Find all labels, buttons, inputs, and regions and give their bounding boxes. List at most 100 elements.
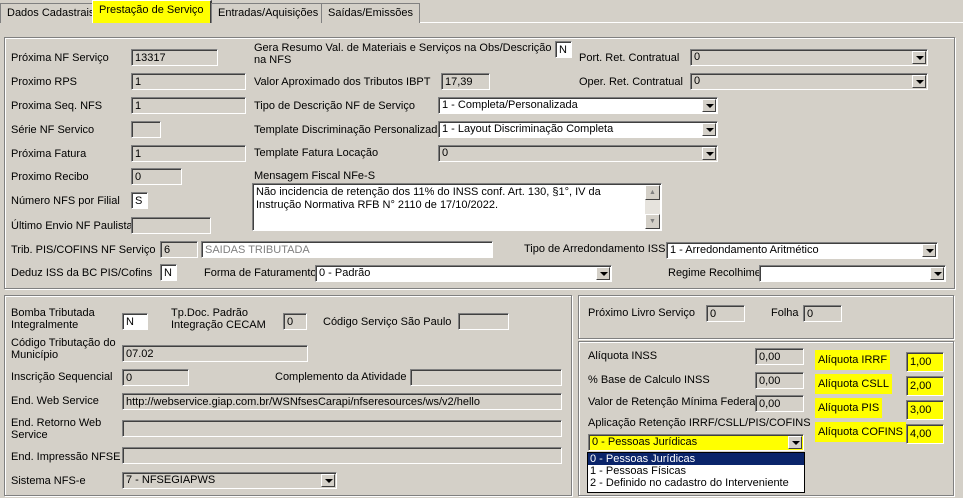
aplicacao-option-interveniente[interactable]: 2 - Definido no cadastro do Intervenient… <box>588 477 804 489</box>
sistema-select[interactable]: 7 - NFSEGIAPWS <box>122 472 337 489</box>
chevron-down-icon[interactable] <box>912 51 926 64</box>
codigo-trib-label: Código Tributação do Município <box>11 337 116 361</box>
chevron-down-icon[interactable] <box>702 147 716 160</box>
codigo-sp-label: Código Serviço São Paulo <box>323 316 452 328</box>
tipo-arred-select[interactable]: 1 - Arredondamento Aritmético <box>666 242 938 259</box>
chevron-down-icon[interactable] <box>922 244 936 257</box>
chevron-down-icon[interactable] <box>596 267 610 280</box>
proximo-recibo-label: Proximo Recibo <box>11 171 89 183</box>
trib-pis-code-field[interactable]: 6 <box>160 241 198 258</box>
template-disc-value: 1 - Layout Discriminação Completa <box>442 123 614 135</box>
tab-prestacao-servico[interactable]: Prestação de Serviço <box>92 0 212 23</box>
tab-entradas-aquisicoes[interactable]: Entradas/Aquisições <box>211 3 326 23</box>
end-web-field[interactable]: http://webservice.giap.com.br/WSNfsesCar… <box>122 393 562 410</box>
template-fatura-label: Template Fatura Locação <box>254 147 379 159</box>
base-inss-label: % Base de Calculo INSS <box>588 374 710 386</box>
regime-select[interactable] <box>759 265 946 282</box>
gera-resumo-field[interactable]: N <box>555 41 572 58</box>
template-disc-select[interactable]: 1 - Layout Discriminação Completa <box>438 121 718 138</box>
forma-fat-label: Forma de Faturamento <box>204 267 317 279</box>
ultimo-envio-field[interactable] <box>131 217 211 234</box>
aliq-irrf-label: Alíquota IRRF <box>815 350 891 370</box>
chevron-down-icon[interactable] <box>788 436 802 449</box>
proxima-fatura-field[interactable]: 1 <box>131 145 246 162</box>
proxima-seq-nfs-field[interactable]: 1 <box>131 97 246 114</box>
valor-aprox-field[interactable]: 17,39 <box>441 73 490 90</box>
codigo-trib-field[interactable]: 07.02 <box>122 345 308 362</box>
tpdoc-field[interactable]: 0 <box>283 313 307 330</box>
chevron-down-icon[interactable] <box>930 267 944 280</box>
proxima-seq-nfs-label: Proxima Seq. NFS <box>11 100 103 112</box>
forma-fat-value: 0 - Padrão <box>319 267 371 279</box>
aplicacao-select[interactable]: 0 - Pessoas Jurídicas <box>588 434 804 451</box>
serie-nf-servico-label: Série NF Servico <box>11 124 95 136</box>
inscricao-field[interactable]: 0 <box>122 369 189 386</box>
tab-saidas-emissoes[interactable]: Saídas/Emissões <box>321 3 420 23</box>
bomba-label: Bomba Tributada Integralmente <box>11 307 95 331</box>
tab-bar: Dados Cadastrais Prestação de Serviço En… <box>0 0 963 23</box>
aliq-irrf-field[interactable]: 1,00 <box>906 352 944 372</box>
gera-resumo-label: Gera Resumo Val. de Materiais e Serviços… <box>254 42 552 66</box>
template-fatura-select[interactable]: 0 <box>438 145 718 162</box>
trib-pis-desc-field[interactable]: SAIDAS TRIBUTADA <box>201 241 493 258</box>
end-retorno-field[interactable] <box>122 420 562 437</box>
scroll-down-icon[interactable]: ▼ <box>645 214 660 229</box>
aliq-inss-label: Alíquota INSS <box>588 350 658 362</box>
template-fatura-value: 0 <box>442 147 449 159</box>
aliq-csll-field[interactable]: 2,00 <box>906 376 944 396</box>
deduz-iss-label: Deduz ISS da BC PIS/Cofins <box>11 267 153 279</box>
numero-nfs-filial-label: Número NFS por Filial <box>11 195 120 207</box>
mensagem-fiscal-memo[interactable]: Não incidencia de retenção dos 11% do IN… <box>252 183 662 231</box>
deduz-iss-field[interactable]: N <box>160 264 177 281</box>
oper-ret-select[interactable]: 0 <box>690 73 928 90</box>
proxima-nf-servico-label: Próxima NF Serviço <box>11 52 109 64</box>
serie-nf-servico-field[interactable] <box>131 121 161 138</box>
oper-ret-label: Oper. Ret. Contratual <box>579 76 683 88</box>
base-inss-field[interactable]: 0,00 <box>755 372 804 389</box>
bomba-field[interactable]: N <box>122 313 148 330</box>
aplicacao-option-pj[interactable]: 0 - Pessoas Jurídicas <box>588 453 804 465</box>
port-ret-select[interactable]: 0 <box>690 49 928 66</box>
tab-dados-cadastrais[interactable]: Dados Cadastrais <box>0 3 102 23</box>
livro-label: Próximo Livro Serviço <box>588 307 695 319</box>
end-impressao-label: End. Impressão NFSE <box>11 451 121 463</box>
mensagem-fiscal-text: Não incidencia de retenção dos 11% do IN… <box>256 186 601 211</box>
scroll-up-icon[interactable]: ▲ <box>645 185 660 200</box>
numero-nfs-filial-field[interactable]: S <box>131 192 148 209</box>
proximo-recibo-field[interactable]: 0 <box>131 168 182 185</box>
complemento-field[interactable] <box>410 369 562 386</box>
chevron-down-icon[interactable] <box>702 123 716 136</box>
memo-scrollbar[interactable]: ▲ ▼ <box>645 185 660 229</box>
livro-field[interactable]: 0 <box>706 305 745 322</box>
aplicacao-option-pf[interactable]: 1 - Pessoas Físicas <box>588 465 804 477</box>
folha-field[interactable]: 0 <box>803 305 842 322</box>
port-ret-value: 0 <box>694 51 701 63</box>
aliq-pis-field[interactable]: 3,00 <box>906 400 944 420</box>
template-disc-label: Template Discriminação Personalizada <box>254 124 444 136</box>
proximo-rps-label: Proximo RPS <box>11 76 78 88</box>
end-retorno-label: End. Retorno Web Service <box>11 417 102 441</box>
chevron-down-icon[interactable] <box>912 75 926 88</box>
sistema-value: 7 - NFSEGIAPWS <box>126 474 216 486</box>
tipo-arred-value: 1 - Arredondamento Aritmético <box>670 244 819 256</box>
aliq-cofins-field[interactable]: 4,00 <box>906 424 944 444</box>
forma-fat-select[interactable]: 0 - Padrão <box>315 265 612 282</box>
proximo-rps-field[interactable]: 1 <box>131 73 246 90</box>
sistema-label: Sistema NFS-e <box>11 475 86 487</box>
valor-min-field[interactable]: 0,00 <box>755 395 804 412</box>
ultimo-envio-label: Último Envio NF Paulista <box>11 220 133 232</box>
codigo-sp-field[interactable] <box>458 313 509 330</box>
valor-aprox-label: Valor Aproximado dos Tributos IBPT <box>254 76 431 88</box>
chevron-down-icon[interactable] <box>702 99 716 112</box>
aliq-inss-field[interactable]: 0,00 <box>755 348 804 365</box>
chevron-down-icon[interactable] <box>321 474 335 487</box>
inscricao-label: Inscrição Sequencial <box>11 371 113 383</box>
aplicacao-value: 0 - Pessoas Jurídicas <box>592 436 698 448</box>
tpdoc-label: Tp.Doc. Padrão Integração CECAM <box>171 307 266 331</box>
end-impressao-field[interactable] <box>122 447 562 464</box>
tipo-descricao-value: 1 - Completa/Personalizada <box>442 99 578 111</box>
tipo-descricao-select[interactable]: 1 - Completa/Personalizada <box>438 97 718 114</box>
valor-min-label: Valor de Retenção Mínima Federal <box>588 396 758 408</box>
proxima-nf-servico-field[interactable]: 13317 <box>131 49 218 66</box>
tipo-descricao-label: Tipo de Descrição NF de Serviço <box>254 100 415 112</box>
